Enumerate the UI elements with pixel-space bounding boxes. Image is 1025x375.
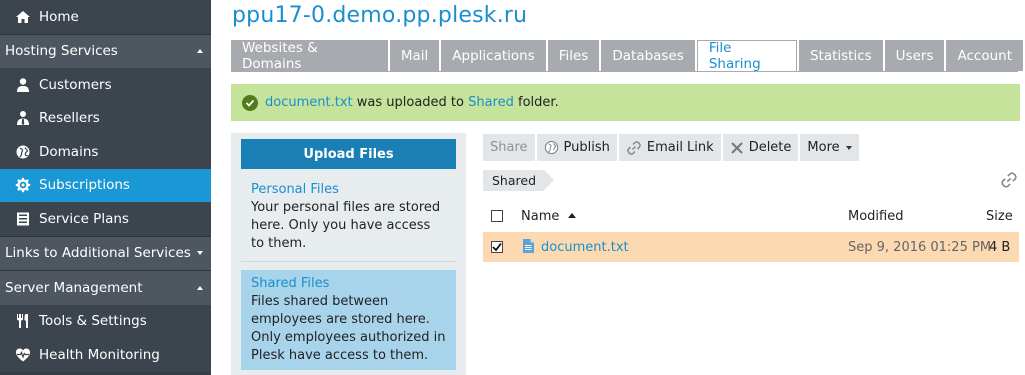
copy-link-icon[interactable]	[1000, 171, 1018, 193]
file-table-header: Name Modified Size	[483, 202, 1019, 230]
sidebar-item-resellers[interactable]: Resellers	[0, 101, 211, 135]
sort-asc-icon	[567, 213, 576, 218]
delete-button-label: Delete	[748, 140, 792, 155]
personal-files-link[interactable]: Personal Files	[251, 181, 446, 199]
table-row[interactable]: document.txt Sep 9, 2016 01:25 PM 4 B	[483, 232, 1019, 262]
home-icon	[15, 9, 31, 25]
sidebar-section-links-additional[interactable]: Links to Additional Services	[0, 236, 211, 270]
divider	[241, 261, 456, 262]
main-content: ppu17-0.demo.pp.plesk.ru Websites & Doma…	[231, 0, 1025, 375]
tab-mail[interactable]: Mail	[389, 40, 440, 71]
user-icon	[15, 77, 31, 93]
sidebar-section-server-management[interactable]: Server Management	[0, 271, 211, 305]
sidebar-item-health-monitoring[interactable]: Health Monitoring	[0, 338, 211, 372]
sidebar-item-label: Domains	[39, 143, 99, 160]
chevron-up-icon	[197, 285, 203, 290]
globe-icon	[544, 140, 559, 155]
upload-success-notice: document.txt was uploaded to Shared fold…	[231, 84, 1020, 121]
modified-column-header[interactable]: Modified	[848, 209, 903, 224]
tab-divider	[231, 71, 1018, 72]
share-button[interactable]: Share	[483, 134, 535, 161]
link-icon	[626, 140, 642, 156]
row-checkbox[interactable]	[491, 241, 503, 253]
heart-pulse-icon	[15, 347, 31, 363]
sidebar-section-label: Links to Additional Services	[5, 245, 191, 262]
shared-files-item[interactable]: Shared Files Files shared between employ…	[241, 270, 456, 370]
tab-bar: Websites & Domains Mail Applications Fil…	[231, 40, 1025, 72]
chevron-up-icon	[197, 49, 203, 54]
name-column-label: Name	[521, 209, 560, 224]
notice-text-end: folder.	[513, 95, 559, 110]
name-column-header[interactable]: Name	[521, 209, 576, 224]
page-title: ppu17-0.demo.pp.plesk.ru	[232, 3, 528, 28]
sidebar-section-label: Hosting Services	[5, 43, 118, 60]
tab-applications[interactable]: Applications	[441, 40, 546, 71]
chevron-down-icon	[845, 145, 852, 150]
notice-folder-link[interactable]: Shared	[468, 95, 514, 110]
sidebar-item-label: Tools & Settings	[39, 313, 147, 330]
shared-files-description: Files shared between employees are store…	[251, 294, 446, 363]
sidebar-section-label: Server Management	[5, 279, 143, 296]
file-name-link[interactable]: document.txt	[541, 240, 629, 255]
personal-files-description: Your personal files are stored here. Onl…	[251, 200, 441, 251]
more-button-label: More	[807, 140, 840, 155]
service-plans-icon	[15, 211, 31, 227]
personal-files-item[interactable]: Personal Files Your personal files are s…	[241, 173, 456, 261]
shared-files-link[interactable]: Shared Files	[251, 275, 446, 293]
tab-files[interactable]: Files	[547, 40, 600, 71]
delete-button[interactable]: Delete	[722, 134, 799, 161]
tab-file-sharing[interactable]: File Sharing	[696, 40, 797, 72]
close-icon	[730, 141, 744, 155]
sidebar-item-label: Subscriptions	[39, 177, 130, 194]
file-modified: Sep 9, 2016 01:25 PM	[848, 240, 992, 255]
sidebar-item-domains[interactable]: Domains	[0, 135, 211, 169]
select-all-checkbox[interactable]	[491, 210, 503, 222]
file-sharing-left-panel: Upload Files Personal Files Your persona…	[231, 133, 466, 375]
publish-button[interactable]: Publish	[536, 134, 617, 161]
reseller-icon	[15, 110, 31, 126]
tab-users[interactable]: Users	[884, 40, 945, 71]
check-circle-icon	[242, 94, 258, 111]
notice-file-link[interactable]: document.txt	[265, 95, 353, 110]
chevron-down-icon	[197, 251, 203, 256]
sidebar-item-subscriptions[interactable]: Subscriptions	[0, 168, 211, 202]
sidebar-item-label: Health Monitoring	[39, 346, 160, 363]
share-button-label: Share	[490, 140, 528, 155]
breadcrumb-item-shared[interactable]: Shared	[483, 170, 555, 191]
sidebar: Home Hosting Services Customers Reseller…	[0, 0, 211, 375]
breadcrumb: Shared	[483, 170, 555, 191]
sidebar-item-label: Service Plans	[39, 210, 129, 227]
sidebar-section-hosting-services[interactable]: Hosting Services	[0, 34, 211, 68]
publish-button-label: Publish	[563, 140, 610, 155]
email-link-button[interactable]: Email Link	[618, 134, 721, 161]
file-toolbar: Share Publish Email Link Delete More	[483, 134, 861, 161]
more-button[interactable]: More	[800, 134, 859, 161]
upload-files-button[interactable]: Upload Files	[241, 139, 456, 169]
sidebar-item-home[interactable]: Home	[0, 0, 211, 34]
gear-icon	[15, 177, 31, 193]
sidebar-item-label: Customers	[39, 76, 112, 93]
tab-statistics[interactable]: Statistics	[798, 40, 883, 71]
sidebar-item-customers[interactable]: Customers	[0, 68, 211, 102]
tools-icon	[15, 313, 31, 329]
notice-text-middle: was uploaded to	[352, 95, 469, 110]
email-link-button-label: Email Link	[646, 140, 714, 155]
tab-websites-domains[interactable]: Websites & Domains	[231, 40, 388, 72]
tab-account[interactable]: Account	[946, 40, 1023, 71]
size-column-header[interactable]: Size	[986, 209, 1013, 224]
sidebar-item-service-plans[interactable]: Service Plans	[0, 202, 211, 236]
sidebar-item-label: Home	[39, 8, 79, 25]
file-size: 4 B	[989, 240, 1011, 255]
globe-icon	[15, 144, 31, 160]
document-file-icon	[522, 238, 535, 258]
sidebar-item-tools-settings[interactable]: Tools & Settings	[0, 304, 211, 338]
tab-databases[interactable]: Databases	[601, 40, 695, 71]
sidebar-item-label: Resellers	[39, 110, 100, 127]
